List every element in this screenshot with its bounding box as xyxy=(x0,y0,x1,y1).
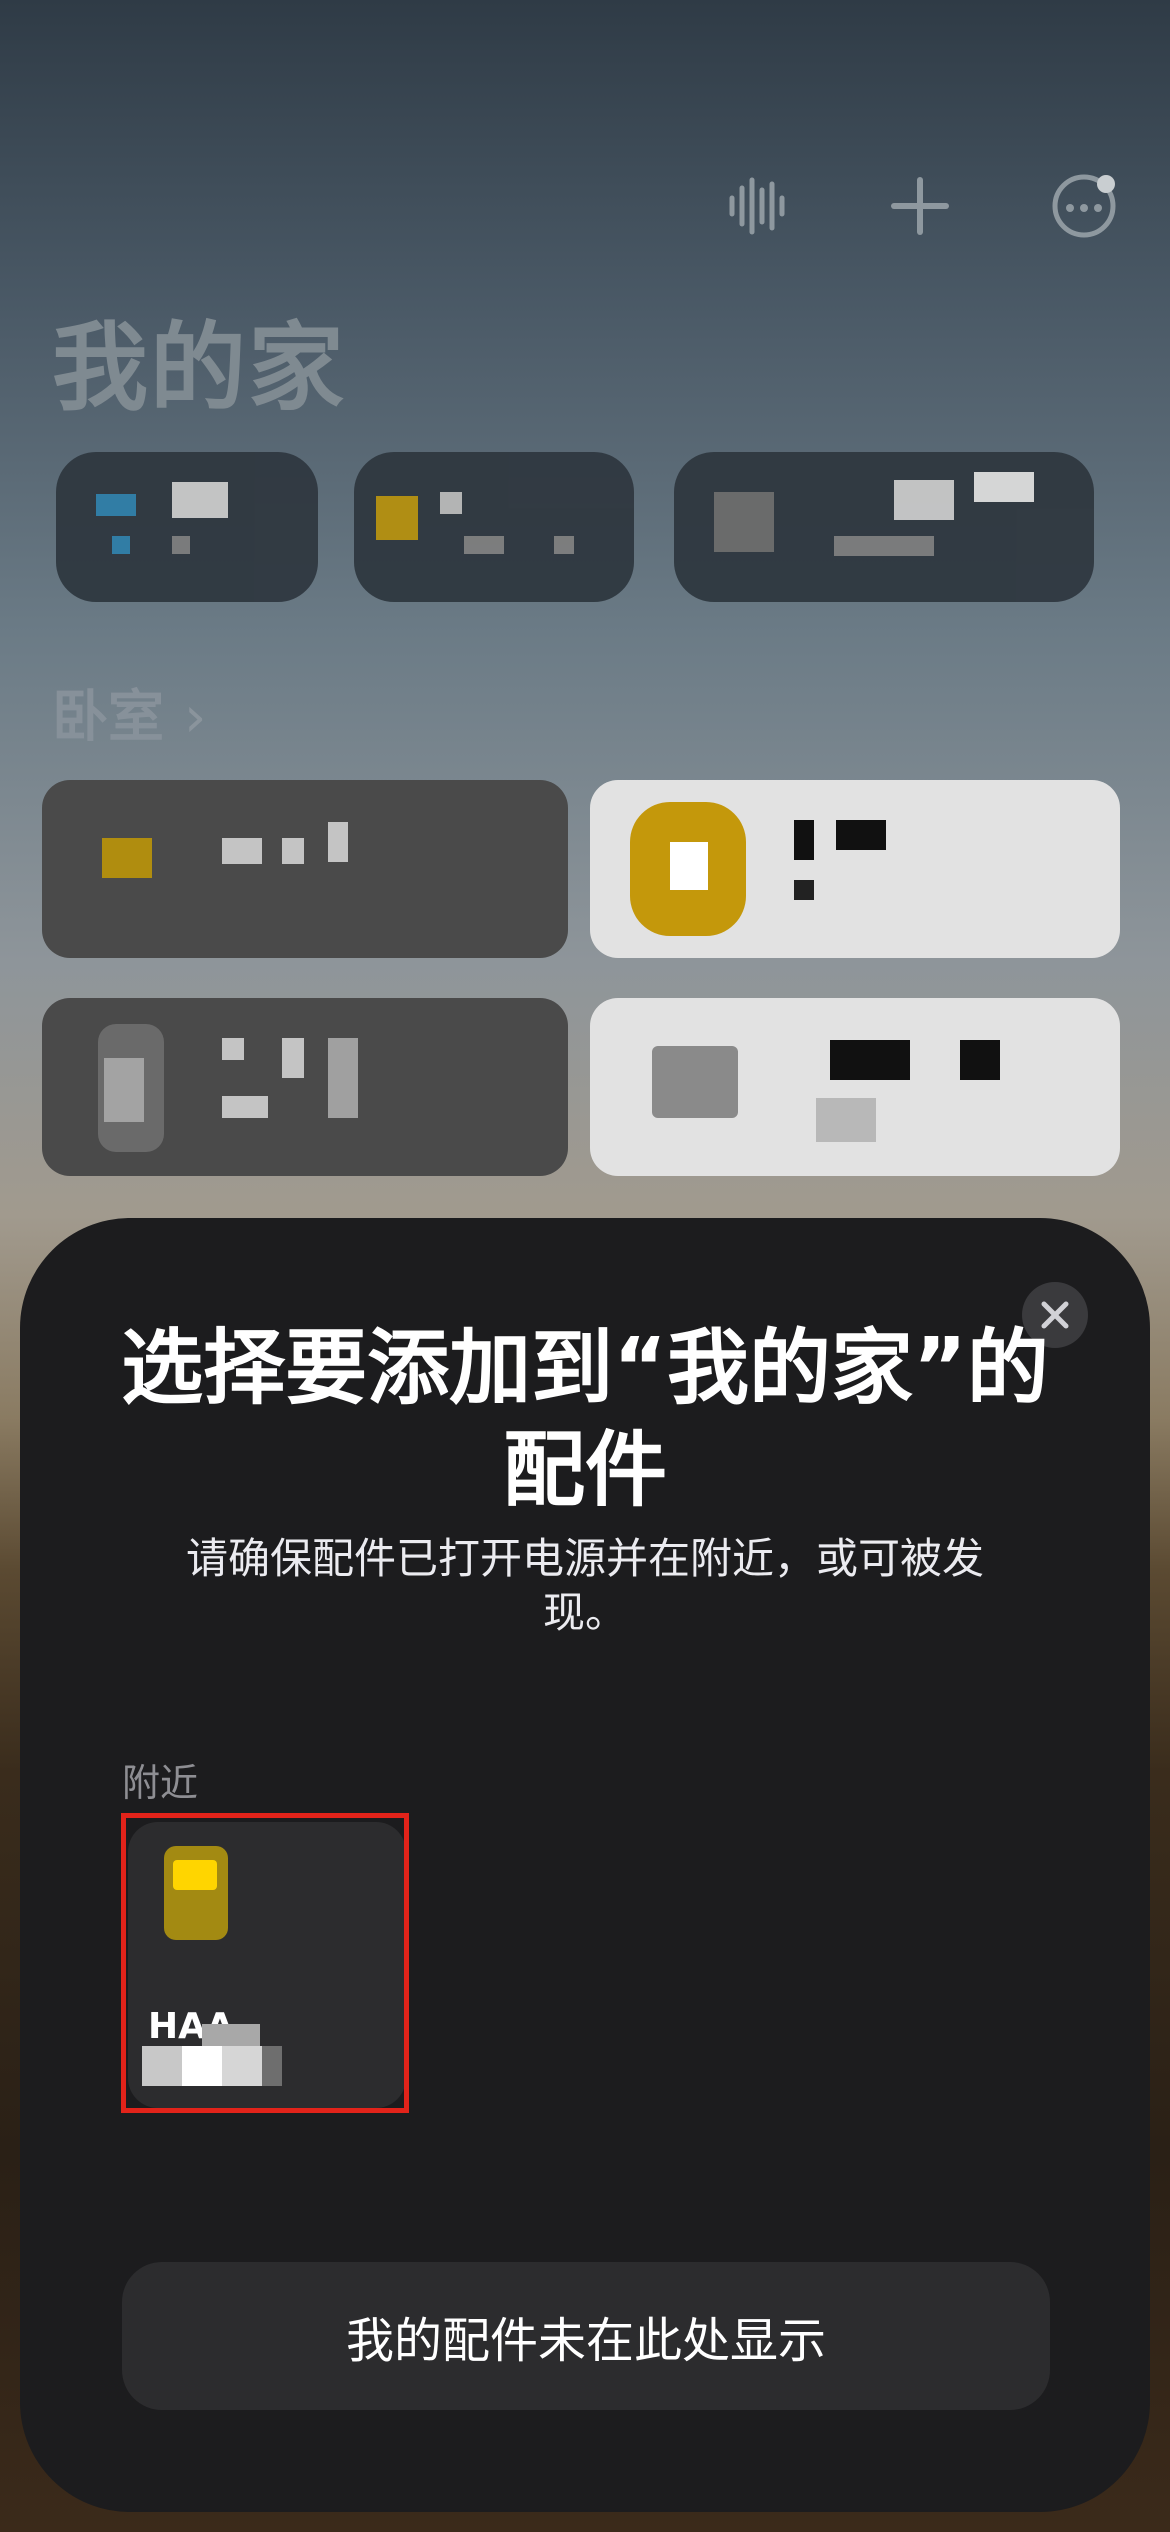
nearby-label: 附近 xyxy=(122,1761,199,1805)
accessory-tile[interactable] xyxy=(590,780,1120,958)
sheet-title: 选择要添加到“我的家”的配件 xyxy=(121,1321,1049,1518)
accessory-device-icon xyxy=(164,1846,228,1940)
home-title: 我的家 xyxy=(52,312,346,424)
accessory-tile[interactable] xyxy=(590,998,1120,1176)
plus-icon[interactable] xyxy=(884,170,956,242)
sheet-subtitle: 请确保配件已打开电源并在附近，或可被发现。 xyxy=(185,1534,984,1637)
status-pill[interactable] xyxy=(674,452,1094,602)
accessory-tile[interactable] xyxy=(42,780,568,958)
waveform-icon[interactable] xyxy=(720,170,792,242)
accessory-name-redacted xyxy=(142,2024,302,2086)
status-pill[interactable] xyxy=(354,452,634,602)
status-pill[interactable] xyxy=(56,452,318,602)
section-title-bedroom[interactable]: 卧室 › xyxy=(52,672,206,753)
more-icon[interactable] xyxy=(1048,170,1120,242)
chevron-right-icon: › xyxy=(184,685,207,750)
accessory-not-shown-button[interactable]: 我的配件未在此处显示 xyxy=(122,2262,1050,2410)
accessory-tile[interactable] xyxy=(42,998,568,1176)
